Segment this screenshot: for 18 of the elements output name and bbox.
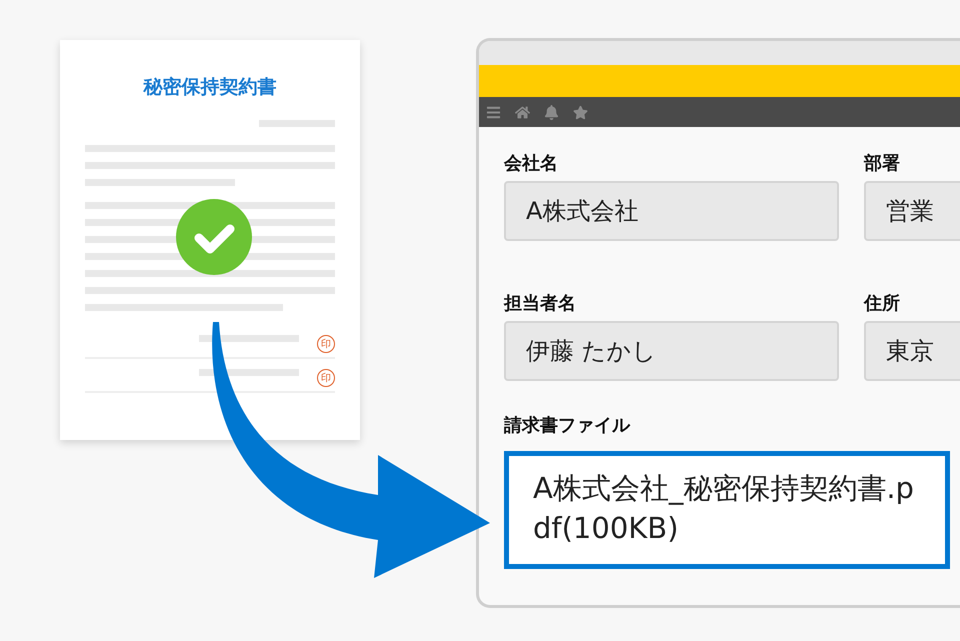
seal-stamp: 印 [317, 369, 335, 387]
input-field[interactable]: A株式会社 [504, 181, 839, 241]
check-icon [175, 198, 253, 276]
home-icon[interactable] [515, 104, 530, 120]
field-label: 請求書ファイル [504, 414, 632, 437]
field-label: 住所 [864, 292, 901, 315]
seal-stamp: 印 [317, 335, 335, 353]
star-icon[interactable] [573, 104, 588, 120]
input-field[interactable]: 伊藤 たかし [504, 321, 839, 381]
field-label: 会社名 [504, 152, 559, 175]
file-field[interactable]: A株式会社_秘密保持契約書.pdf(100KB) [504, 451, 950, 569]
input-field[interactable]: 営業 [864, 181, 960, 241]
field-label: 担当者名 [504, 292, 577, 315]
field-label: 部署 [864, 152, 901, 175]
menu-icon[interactable] [486, 104, 501, 120]
bell-icon[interactable] [544, 104, 559, 120]
document-title: 秘密保持契約書 [142, 75, 278, 100]
input-field[interactable]: 東京 [864, 321, 960, 381]
